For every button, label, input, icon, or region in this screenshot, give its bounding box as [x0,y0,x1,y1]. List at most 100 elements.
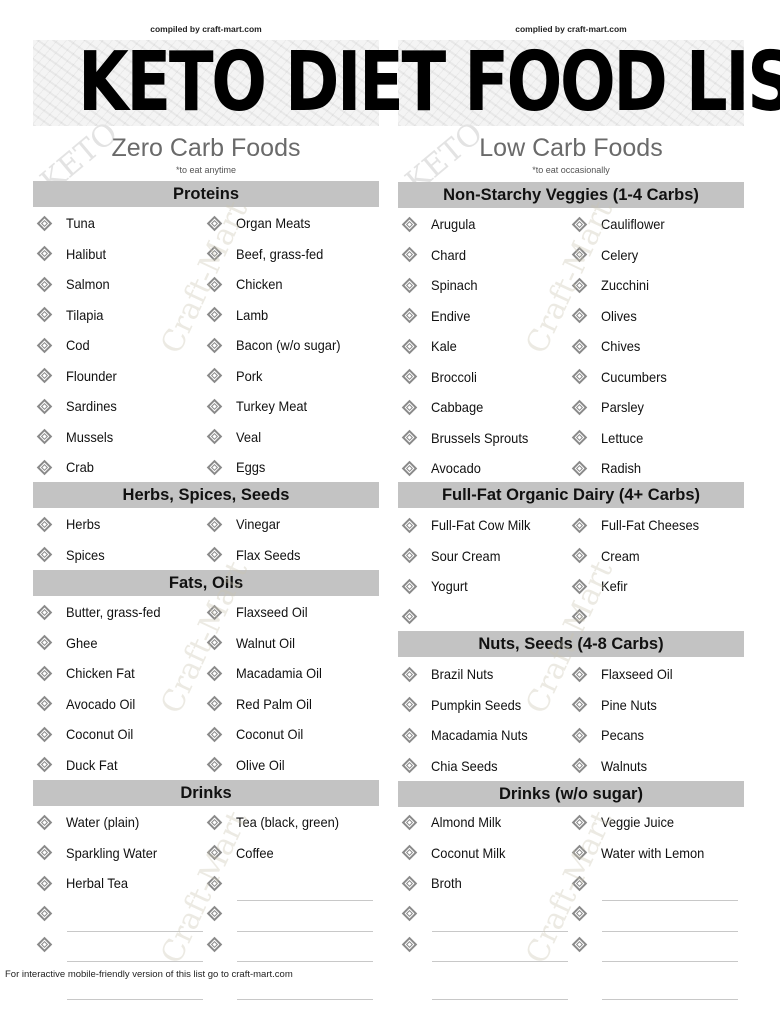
diamond-checkbox-icon[interactable] [571,844,588,861]
food-list-item[interactable]: Olives [571,305,640,327]
diamond-checkbox-icon[interactable] [206,398,223,415]
food-list-item[interactable]: Cream [571,545,643,567]
food-list-item[interactable]: Beef, grass-fed [206,243,331,265]
diamond-checkbox-icon[interactable] [401,246,418,263]
diamond-checkbox-icon[interactable] [401,547,418,564]
food-list-item[interactable]: Radish [571,457,645,479]
food-list-item[interactable]: Arugula [401,213,479,235]
diamond-checkbox-icon[interactable] [401,814,418,831]
diamond-checkbox-icon[interactable] [206,875,223,892]
food-list-item[interactable] [571,606,601,628]
food-list-item[interactable]: Brazil Nuts [401,663,499,685]
food-list-item[interactable]: Cucumbers [571,366,673,388]
diamond-checkbox-icon[interactable] [206,665,223,682]
blank-write-in-line[interactable] [432,961,568,962]
food-list-item[interactable]: Veggie Juice [571,811,680,833]
diamond-checkbox-icon[interactable] [36,428,53,445]
food-list-item[interactable]: Macadamia Oil [206,662,329,684]
food-list-item[interactable]: Tilapia [36,304,107,326]
diamond-checkbox-icon[interactable] [571,547,588,564]
food-list-item[interactable] [401,606,431,628]
diamond-checkbox-icon[interactable] [206,844,223,861]
diamond-checkbox-icon[interactable] [36,695,53,712]
diamond-checkbox-icon[interactable] [401,578,418,595]
food-list-item[interactable]: Cauliflower [571,213,670,235]
food-list-item[interactable]: Halibut [36,243,110,265]
blank-write-in-line[interactable] [432,999,568,1000]
food-list-item[interactable]: Avocado [401,457,485,479]
food-list-item[interactable]: Parsley [571,396,648,418]
food-list-item[interactable] [401,903,431,925]
food-list-item[interactable]: Chives [571,335,644,357]
food-list-item[interactable]: Pumpkin Seeds [401,694,529,716]
diamond-checkbox-icon[interactable] [401,696,418,713]
diamond-checkbox-icon[interactable] [401,936,418,953]
food-list-item[interactable]: Herbal Tea [36,872,133,894]
diamond-checkbox-icon[interactable] [401,844,418,861]
diamond-checkbox-icon[interactable] [571,757,588,774]
diamond-checkbox-icon[interactable] [206,459,223,476]
blank-write-in-line[interactable] [602,900,738,901]
diamond-checkbox-icon[interactable] [571,429,588,446]
food-list-item[interactable]: Macadamia Nuts [401,724,536,746]
diamond-checkbox-icon[interactable] [206,604,223,621]
food-list-item[interactable]: Spinach [401,274,482,296]
diamond-checkbox-icon[interactable] [571,399,588,416]
food-list-item[interactable]: Endive [401,305,474,327]
diamond-checkbox-icon[interactable] [401,905,418,922]
food-list-item[interactable]: Sour Cream [401,545,506,567]
food-list-item[interactable]: Ghee [36,632,100,654]
food-list-item[interactable]: Flax Seeds [206,544,306,566]
diamond-checkbox-icon[interactable] [36,546,53,563]
food-list-item[interactable]: Chia Seeds [401,755,503,777]
food-list-item[interactable]: Full-Fat Cheeses [571,514,708,536]
diamond-checkbox-icon[interactable] [36,459,53,476]
diamond-checkbox-icon[interactable] [571,608,588,625]
food-list-item[interactable] [206,872,236,894]
diamond-checkbox-icon[interactable] [206,756,223,773]
blank-write-in-line[interactable] [602,999,738,1000]
diamond-checkbox-icon[interactable] [206,367,223,384]
diamond-checkbox-icon[interactable] [401,608,418,625]
diamond-checkbox-icon[interactable] [206,215,223,232]
diamond-checkbox-icon[interactable] [206,905,223,922]
diamond-checkbox-icon[interactable] [571,666,588,683]
food-list-item[interactable]: Crab [36,456,96,478]
food-list-item[interactable]: Chicken Fat [36,662,141,684]
diamond-checkbox-icon[interactable] [36,398,53,415]
food-list-item[interactable]: Lettuce [571,427,647,449]
diamond-checkbox-icon[interactable] [401,875,418,892]
food-list-item[interactable]: Flounder [36,365,121,387]
diamond-checkbox-icon[interactable] [571,875,588,892]
food-list-item[interactable]: Spices [36,544,108,566]
food-list-item[interactable]: Lamb [206,304,271,326]
diamond-checkbox-icon[interactable] [571,578,588,595]
blank-write-in-line[interactable] [602,961,738,962]
food-list-item[interactable] [36,903,66,925]
blank-write-in-line[interactable] [67,961,203,962]
food-list-item[interactable]: Broccoli [401,366,481,388]
food-list-item[interactable] [206,903,236,925]
food-list-item[interactable]: Herbs [36,513,103,535]
diamond-checkbox-icon[interactable] [206,306,223,323]
diamond-checkbox-icon[interactable] [571,696,588,713]
food-list-item[interactable] [36,933,66,955]
diamond-checkbox-icon[interactable] [401,277,418,294]
food-list-item[interactable]: Turkey Meat [206,395,313,417]
food-list-item[interactable]: Eggs [206,456,268,478]
food-list-item[interactable]: Water with Lemon [571,842,713,864]
diamond-checkbox-icon[interactable] [401,368,418,385]
diamond-checkbox-icon[interactable] [36,276,53,293]
food-list-item[interactable]: Vinegar [206,513,284,535]
food-list-item[interactable] [571,933,601,955]
diamond-checkbox-icon[interactable] [571,246,588,263]
food-list-item[interactable]: Coconut Milk [401,842,512,864]
diamond-checkbox-icon[interactable] [401,307,418,324]
blank-write-in-line[interactable] [67,930,203,932]
food-list-item[interactable]: Sparkling Water [36,842,165,864]
diamond-checkbox-icon[interactable] [36,844,53,861]
diamond-checkbox-icon[interactable] [206,337,223,354]
diamond-checkbox-icon[interactable] [36,337,53,354]
diamond-checkbox-icon[interactable] [206,726,223,743]
food-list-item[interactable]: Brussels Sprouts [401,427,537,449]
